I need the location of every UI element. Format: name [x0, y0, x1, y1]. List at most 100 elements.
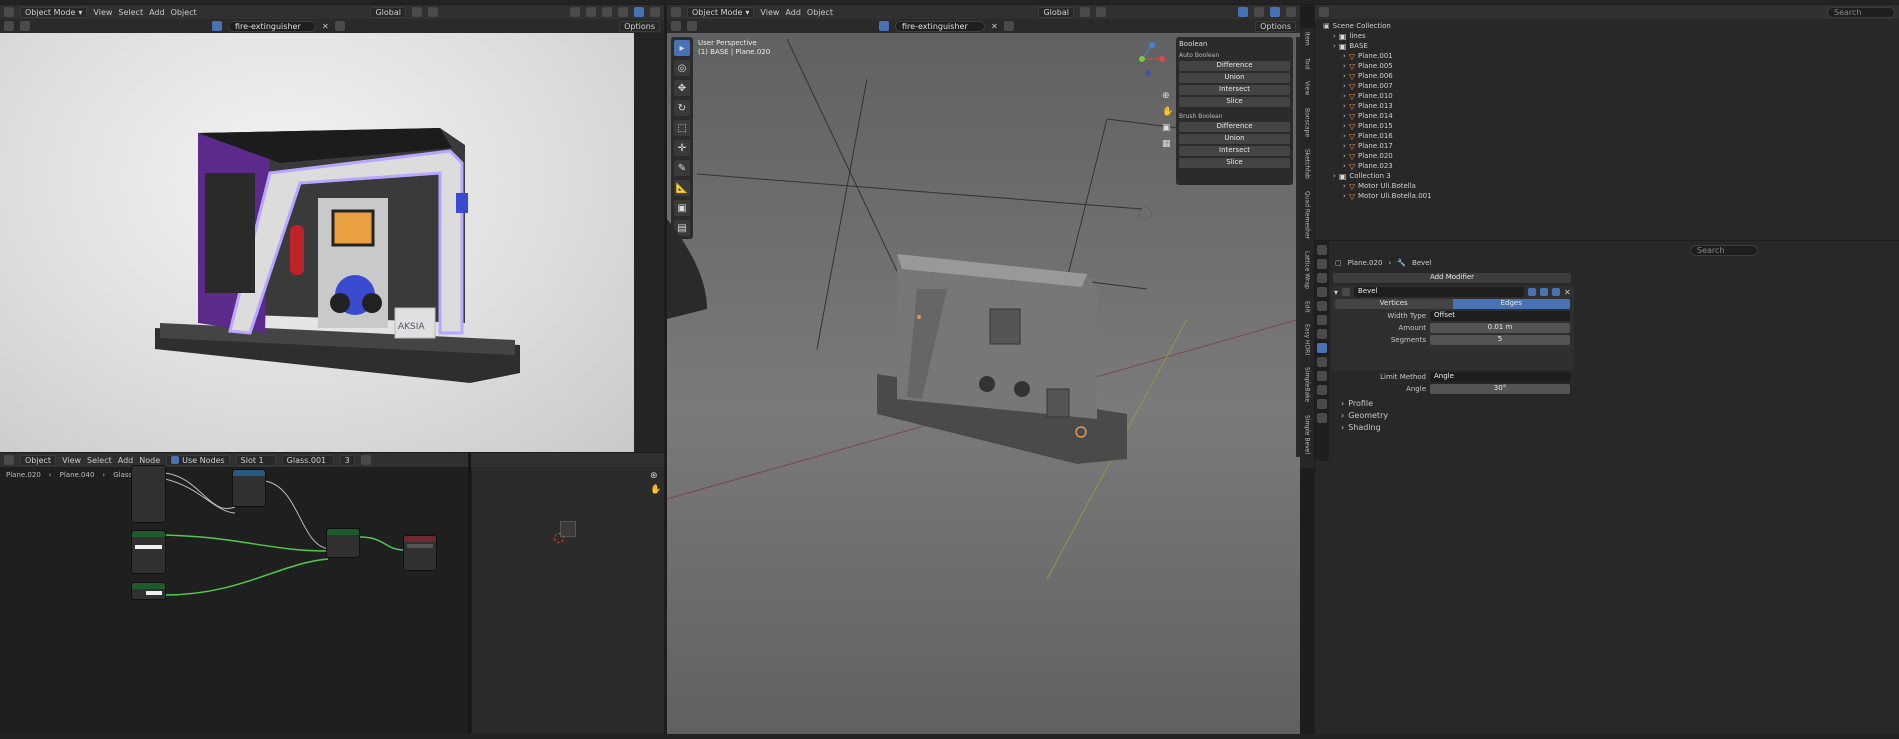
- sidebar-tab-quad-remesher[interactable]: Quad Remesher: [1304, 191, 1311, 239]
- gizmo-icon[interactable]: [570, 7, 580, 17]
- shading-solid-icon[interactable]: [1270, 7, 1280, 17]
- zoom-icon[interactable]: ⊕: [1162, 91, 1173, 101]
- mode-select[interactable]: Object Mode ▾: [687, 6, 755, 18]
- auto-intersect-button[interactable]: Intersect: [1179, 85, 1290, 95]
- filter-icon[interactable]: [212, 21, 222, 31]
- brush-union-button[interactable]: Union: [1179, 134, 1290, 144]
- slot-select[interactable]: Slot 1: [235, 454, 276, 466]
- auto-slice-button[interactable]: Slice: [1179, 97, 1290, 107]
- sidebar-tab-sketchfab[interactable]: Sketchfab: [1304, 149, 1311, 179]
- chevron-right-icon[interactable]: ›: [1343, 192, 1346, 200]
- editor-type-icon[interactable]: [4, 7, 14, 17]
- node-tree-type-select[interactable]: Object: [20, 454, 57, 466]
- editor-type-icon[interactable]: [671, 7, 681, 17]
- chevron-right-icon[interactable]: ›: [1343, 142, 1346, 150]
- chevron-right-icon[interactable]: ›: [1343, 102, 1346, 110]
- menu-node[interactable]: Node: [139, 456, 160, 465]
- navigation-gizmo[interactable]: [1130, 39, 1168, 77]
- brush-intersect-button[interactable]: Intersect: [1179, 146, 1290, 156]
- menu-add[interactable]: Add: [149, 8, 165, 17]
- outliner-row[interactable]: › ▽ Plane.023: [1323, 161, 1568, 171]
- sidebar-tab-view[interactable]: View: [1304, 81, 1311, 95]
- outliner-row[interactable]: › ▣ BASE: [1323, 41, 1568, 51]
- limit-method-select[interactable]: Angle: [1430, 372, 1570, 382]
- material-users[interactable]: 3: [339, 454, 355, 466]
- geometry-section[interactable]: › Geometry: [1331, 409, 1574, 421]
- outliner-search[interactable]: Search: [1827, 6, 1895, 18]
- left-viewport[interactable]: Object Mode ▾ View Select Add Object Glob…: [0, 5, 664, 452]
- outliner-row[interactable]: › ▽ Motor Uli.Botella: [1323, 181, 1568, 191]
- mode-select[interactable]: Object Mode ▾: [20, 6, 88, 18]
- material-tab-icon[interactable]: [1317, 413, 1327, 423]
- menu-object[interactable]: Object: [171, 8, 197, 17]
- sidebar-tab-lattice-wrap[interactable]: Lattice Wrap: [1304, 251, 1311, 289]
- editor-type-icon[interactable]: [1319, 7, 1329, 17]
- segments-field[interactable]: 5: [1430, 335, 1570, 345]
- sidebar-tab-easy-hdri[interactable]: Easy HDRI: [1304, 324, 1311, 355]
- sidebar-tab-item[interactable]: Item: [1304, 32, 1311, 46]
- sidebar-tab-bonscape[interactable]: Bonscape: [1304, 108, 1311, 137]
- world-tab-icon[interactable]: [1317, 315, 1327, 325]
- node-principled-top[interactable]: [131, 465, 166, 523]
- outliner-row[interactable]: › ▣ Collection 3: [1323, 171, 1568, 181]
- node-transparent-bsdf[interactable]: [131, 582, 166, 600]
- add-modifier-button[interactable]: Add Modifier: [1333, 273, 1571, 283]
- render-canvas[interactable]: AKSIA: [0, 33, 634, 452]
- brush-slice-button[interactable]: Slice: [1179, 158, 1290, 168]
- outliner-row[interactable]: › ▽ Plane.020: [1323, 151, 1568, 161]
- close-icon[interactable]: ✕: [1564, 288, 1571, 297]
- chevron-right-icon[interactable]: ›: [1333, 42, 1336, 50]
- left-viewport-scrollbar[interactable]: [634, 33, 664, 452]
- outliner-root[interactable]: ▣ Scene Collection: [1323, 21, 1568, 31]
- auto-difference-button[interactable]: Difference: [1179, 61, 1290, 71]
- modifier-tab-icon[interactable]: [1317, 343, 1327, 353]
- chevron-right-icon[interactable]: ›: [1343, 122, 1346, 130]
- select-mode-icon[interactable]: [20, 21, 30, 31]
- menu-add[interactable]: Add: [785, 8, 801, 17]
- chevron-right-icon[interactable]: ›: [1333, 32, 1336, 40]
- node-dropdown[interactable]: [407, 544, 433, 548]
- hand-icon[interactable]: ✋: [1162, 107, 1173, 117]
- pin-icon[interactable]: [360, 455, 371, 465]
- chevron-right-icon[interactable]: ›: [1343, 92, 1346, 100]
- amount-field[interactable]: 0.01 m: [1430, 323, 1570, 333]
- sidebar-tab-simple-bevel[interactable]: Simple Bevel: [1304, 415, 1311, 454]
- auto-union-button[interactable]: Union: [1179, 73, 1290, 83]
- data-tab-icon[interactable]: [1317, 399, 1327, 409]
- properties-editor[interactable]: Search ▢ Plane.020 › 🔧 Bevel Add Modifie…: [1315, 241, 1899, 739]
- outliner[interactable]: Search ▣ Scene Collection › ▣ lines › ▣ BASE › ▽…: [1315, 5, 1899, 240]
- menu-view[interactable]: View: [760, 8, 779, 17]
- close-icon[interactable]: ✕: [322, 22, 329, 31]
- outliner-row[interactable]: › ▽ Motor Uli.Botella.001: [1323, 191, 1568, 201]
- gizmo-icon[interactable]: [1238, 7, 1248, 17]
- use-nodes-toggle[interactable]: Use Nodes: [166, 454, 230, 466]
- orientation-select[interactable]: Global: [1038, 6, 1074, 18]
- zoom-icon[interactable]: ⊕: [650, 471, 658, 481]
- overlay-icon[interactable]: [586, 7, 596, 17]
- orientation-select[interactable]: Global: [370, 6, 406, 18]
- camera-icon[interactable]: ▣: [1162, 123, 1173, 133]
- node-editor[interactable]: Object View Select Add Node Use Nodes Sl…: [0, 453, 664, 739]
- proportional-icon[interactable]: [1096, 7, 1106, 17]
- image-editor-panel[interactable]: ⊕ ✋: [472, 467, 664, 739]
- chevron-right-icon[interactable]: ›: [1343, 72, 1346, 80]
- menu-object[interactable]: Object: [807, 8, 833, 17]
- outliner-row[interactable]: › ▣ lines: [1323, 31, 1568, 41]
- node-mix-shader[interactable]: [326, 528, 360, 558]
- brush-difference-button[interactable]: Difference: [1179, 122, 1290, 132]
- outliner-row[interactable]: › ▽ Plane.014: [1323, 111, 1568, 121]
- outliner-row[interactable]: › ▽ Plane.006: [1323, 71, 1568, 81]
- render-toggle-icon[interactable]: [1552, 288, 1561, 296]
- menu-view[interactable]: View: [93, 8, 112, 17]
- object-tab-icon[interactable]: [1317, 329, 1327, 339]
- modifier-name-field[interactable]: Bevel: [1354, 287, 1525, 297]
- chevron-right-icon[interactable]: ›: [1343, 162, 1346, 170]
- chevron-right-icon[interactable]: ›: [1333, 172, 1336, 180]
- left-viewport-search[interactable]: fire-extinguisher: [228, 20, 316, 32]
- material-select[interactable]: Glass.001: [281, 454, 334, 466]
- outliner-row[interactable]: › ▽ Plane.015: [1323, 121, 1568, 131]
- editmode-toggle-icon[interactable]: [1528, 288, 1537, 296]
- properties-search[interactable]: Search: [1690, 245, 1758, 256]
- particles-tab-icon[interactable]: [1317, 357, 1327, 367]
- sidebar-tab-edit[interactable]: Edit: [1304, 301, 1311, 313]
